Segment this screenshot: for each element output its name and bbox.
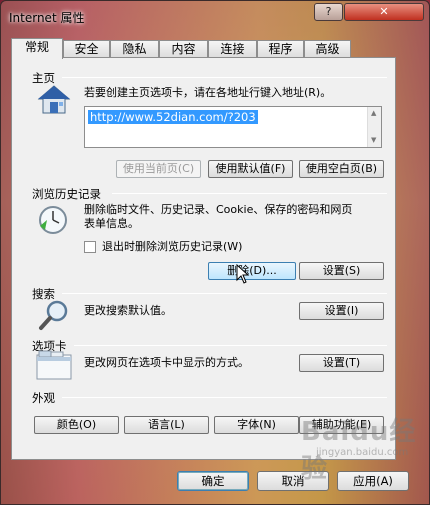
tab-content[interactable]: 内容 [159,40,208,58]
history-description-line1: 删除临时文件、历史记录、Cookie、保存的密码和网页 [84,203,353,216]
delete-history-button[interactable]: 删除(D)... [208,262,296,280]
delete-on-exit-checkbox[interactable] [84,241,96,253]
home-page-url-text: http://www.52dian.com/?203 [88,110,258,124]
home-page-description: 若要创建主页选项卡，请在各地址行键入地址(R)。 [84,86,332,99]
history-description-line2: 表单信息。 [84,217,139,230]
history-clock-icon [39,206,67,234]
tab-advanced[interactable]: 高级 [304,40,351,58]
baidu-watermark-url: jingyan.baidu.com [316,447,409,458]
appearance-group-title: 外观 [32,391,55,405]
tabs-settings-button[interactable]: 设置(T) [299,354,384,372]
fonts-button[interactable]: 字体(N) [214,416,299,434]
tab-privacy[interactable]: 隐私 [110,40,159,58]
divider [62,77,387,78]
tab-connections[interactable]: 连接 [208,40,257,58]
history-settings-button[interactable]: 设置(S) [299,262,384,280]
magnifier-icon [39,300,68,330]
close-button[interactable]: ✕ [344,3,424,21]
home-page-url-input[interactable]: http://www.52dian.com/?203 ▲ ▼ [84,106,382,148]
divider [62,293,387,294]
search-settings-button[interactable]: 设置(I) [299,302,384,320]
internet-properties-dialog: Internet 属性 ? ✕ 常规 安全 隐私 内容 连接 程序 高级 主页 … [0,0,430,505]
divider [74,345,387,346]
tab-general[interactable]: 常规 [11,38,63,59]
delete-on-exit-label: 退出时删除浏览历史记录(W) [102,240,243,253]
window-title: Internet 属性 [9,11,85,25]
help-button[interactable]: ? [314,3,343,21]
mouse-cursor-icon [236,264,250,284]
browsing-history-group-title: 浏览历史记录 [32,187,101,201]
tab-security[interactable]: 安全 [63,40,110,58]
colors-button[interactable]: 颜色(O) [34,416,119,434]
url-scrollbar[interactable]: ▲ ▼ [367,107,381,147]
tabs-description: 更改网页在选项卡中显示的方式。 [84,356,249,369]
search-description: 更改搜索默认值。 [84,304,172,317]
title-bar: Internet 属性 ? ✕ [1,1,430,31]
divider [112,193,387,194]
languages-button[interactable]: 语言(L) [124,416,209,434]
ok-button[interactable]: 确定 [177,471,249,491]
use-blank-button[interactable]: 使用空白页(B) [299,160,384,178]
use-default-button[interactable]: 使用默认值(F) [208,160,293,178]
use-current-page-button[interactable]: 使用当前页(C) [116,160,201,178]
house-icon [37,85,71,114]
tabs-window-icon [36,350,72,380]
divider [62,397,387,398]
general-tab-panel: 主页 若要创建主页选项卡，请在各地址行键入地址(R)。 http://www.5… [11,57,396,460]
tab-programs[interactable]: 程序 [257,40,304,58]
